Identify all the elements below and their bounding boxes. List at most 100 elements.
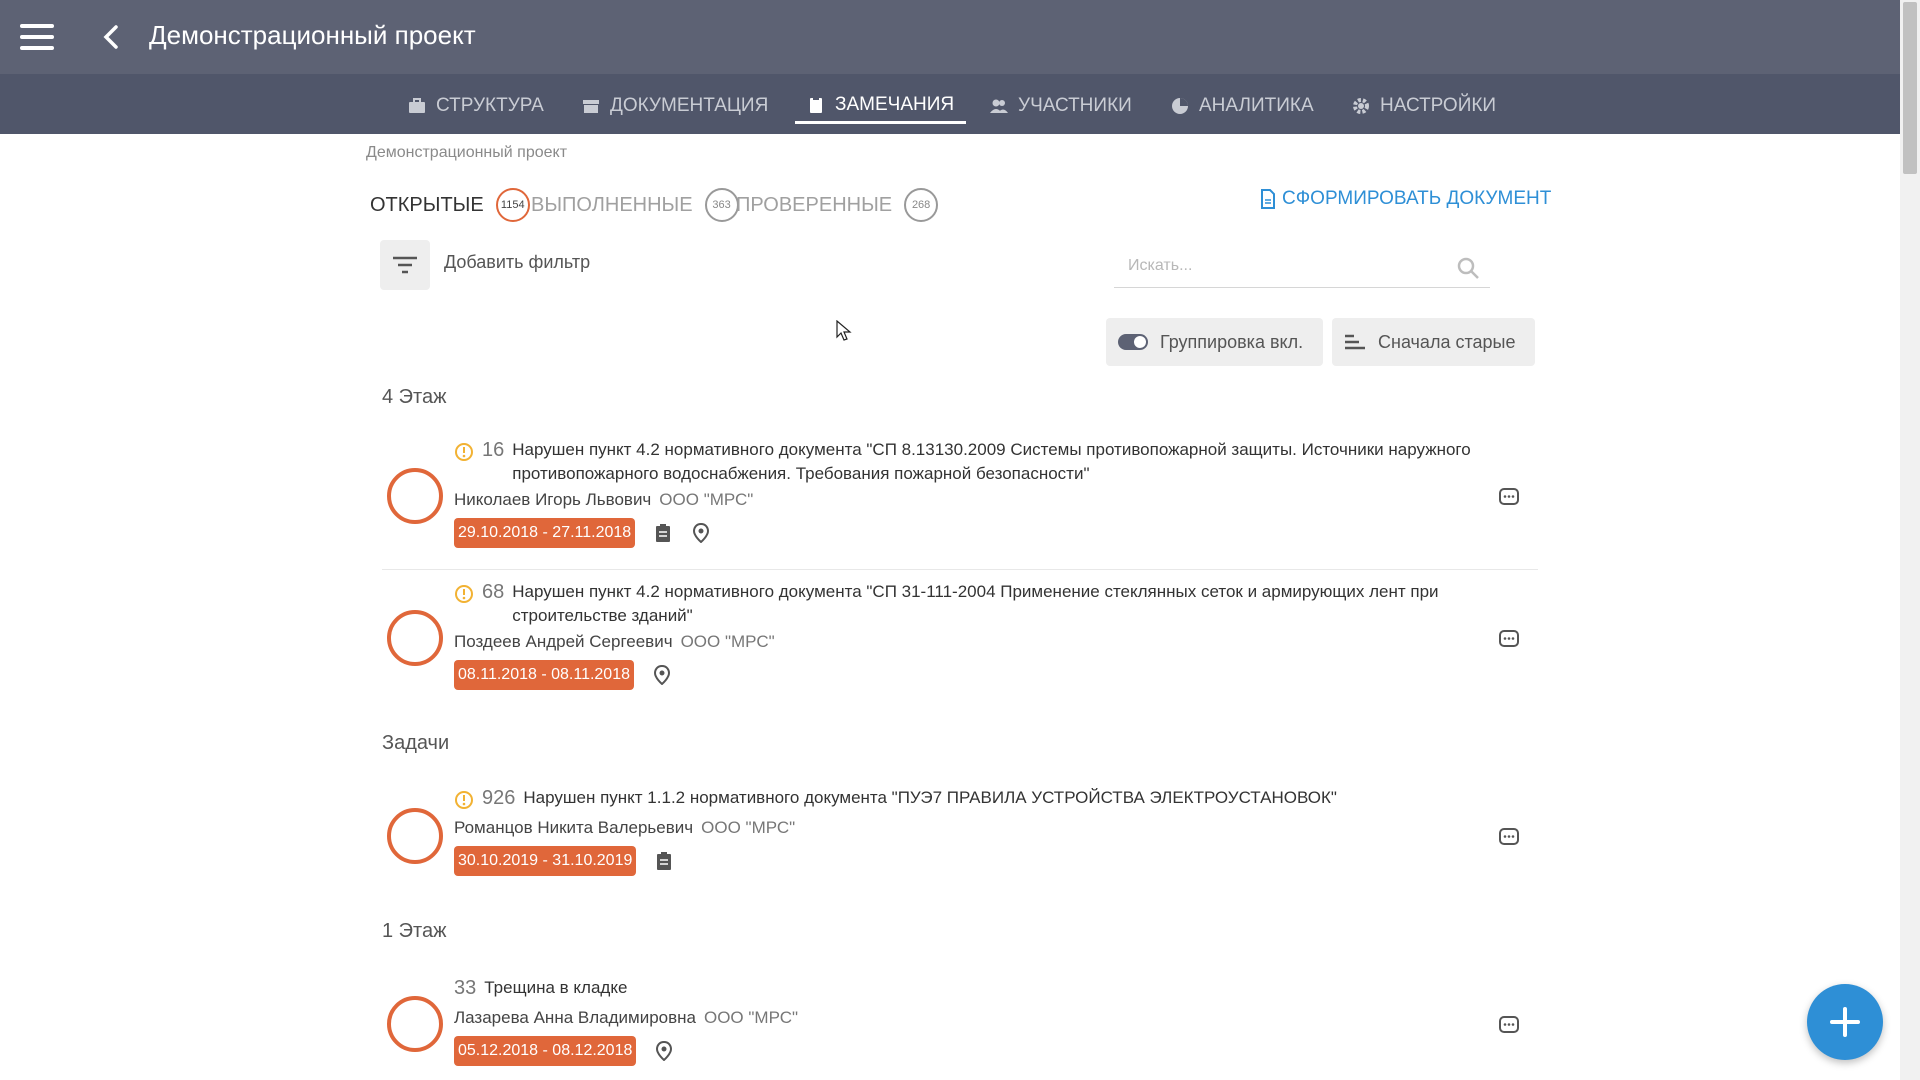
gear-icon <box>1353 98 1369 114</box>
item-description: Нарушен пункт 1.1.2 нормативного докумен… <box>523 786 1337 810</box>
item-number: 926 <box>482 787 516 809</box>
status-tab-label: ОТКРЫТЫЕ <box>370 193 484 216</box>
generate-document-label: СФОРМИРОВАТЬ ДОКУМЕНТ <box>1282 188 1552 209</box>
item-heading: 33 Трещина в кладке <box>454 976 627 1000</box>
item-meta: 29.10.2018 - 27.11.2018 <box>454 518 711 548</box>
location-pin-icon[interactable] <box>654 1041 674 1061</box>
tab-label: ДОКУМЕНТАЦИЯ <box>610 95 769 116</box>
search-input[interactable] <box>1114 248 1444 284</box>
grouping-label: Группировка вкл. <box>1160 331 1304 352</box>
assignee-name: Поздеев Андрей Сергеевич <box>454 632 673 651</box>
item-assignee: Николаев Игорь Львович ООО "МРС" <box>454 490 753 510</box>
status-circle[interactable] <box>387 808 443 864</box>
item-description-line: Трещина в кладке <box>484 978 628 997</box>
item-description-line: Нарушен пункт 1.1.2 нормативного докумен… <box>523 788 1337 807</box>
tab-participants[interactable]: УЧАСТНИКИ <box>990 90 1132 122</box>
tab-settings[interactable]: НАСТРОЙКИ <box>1352 90 1496 122</box>
assignee-name: Лазарева Анна Владимировна <box>454 1008 696 1027</box>
item-meta: 08.11.2018 - 08.11.2018 <box>454 660 672 690</box>
add-filter-label[interactable]: Добавить фильтр <box>444 252 590 273</box>
search-icon[interactable] <box>1456 256 1480 280</box>
breadcrumb[interactable]: Демонстрационный проект <box>366 144 567 162</box>
status-tab-open[interactable]: ОТКРЫТЫЕ 1154 <box>370 188 530 222</box>
group-title: 1 Этаж <box>382 920 447 942</box>
add-remark-button[interactable] <box>1807 984 1883 1060</box>
warning-icon <box>455 585 473 603</box>
menu-icon[interactable] <box>20 24 54 50</box>
divider <box>382 569 1538 570</box>
tab-documentation[interactable]: ДОКУМЕНТАЦИЯ <box>582 90 768 122</box>
tab-label: НАСТРОЙКИ <box>1380 95 1497 116</box>
item-heading: 926 Нарушен пункт 1.1.2 нормативного док… <box>454 786 1337 810</box>
tab-remarks[interactable]: ЗАМЕЧАНИЯ <box>795 88 967 124</box>
project-title: Демонстрационный проект <box>149 20 476 50</box>
item-assignee: Поздеев Андрей Сергеевич ООО "МРС" <box>454 632 775 652</box>
item-description-line: Нарушен пункт 4.2 нормативного документа… <box>512 440 1471 459</box>
item-description-line: строительстве зданий" <box>512 606 693 625</box>
assignee-name: Николаев Игорь Львович <box>454 490 652 509</box>
assignee-org: ООО "МРС" <box>701 818 796 837</box>
item-description: Нарушен пункт 4.2 нормативного документа… <box>512 438 1470 486</box>
comments-icon[interactable] <box>1498 486 1520 508</box>
scrollbar[interactable] <box>1900 0 1920 1080</box>
location-pin-icon[interactable] <box>652 665 672 685</box>
back-arrow-icon[interactable] <box>100 24 124 50</box>
assignee-org: ООО "МРС" <box>703 1008 799 1027</box>
item-assignee: Романцов Никита Валерьевич ООО "МРС" <box>454 818 795 838</box>
generate-document-button[interactable]: СФОРМИРОВАТЬ ДОКУМЕНТ <box>1260 188 1551 210</box>
plus-icon <box>1830 1007 1860 1037</box>
item-description-line: Нарушен пункт 4.2 нормативного документа… <box>512 582 1439 601</box>
assignee-org: ООО "МРС" <box>680 632 775 651</box>
item-description: Трещина в кладке <box>484 976 627 1000</box>
filter-button[interactable] <box>380 240 430 290</box>
status-tab-label: ПРОВЕРЕННЫЕ <box>736 193 893 216</box>
group-title: 4 Этаж <box>382 386 447 408</box>
comments-icon[interactable] <box>1498 628 1520 650</box>
status-circle[interactable] <box>387 996 443 1052</box>
assignee-org: ООО "МРС" <box>659 490 754 509</box>
status-tab-done[interactable]: ВЫПОЛНЕННЫЕ 363 <box>531 188 739 222</box>
list-item[interactable]: 68 Нарушен пункт 4.2 нормативного докуме… <box>382 580 1538 700</box>
item-heading: 16 Нарушен пункт 4.2 нормативного докуме… <box>454 438 1471 486</box>
count-badge: 363 <box>704 188 739 222</box>
item-number: 33 <box>454 977 477 999</box>
tab-structure[interactable]: СТРУКТУРА <box>408 90 544 122</box>
item-assignee: Лазарева Анна Владимировна ООО "МРС" <box>454 1008 798 1028</box>
status-circle[interactable] <box>387 468 443 524</box>
tab-analytics[interactable]: АНАЛИТИКА <box>1171 90 1314 122</box>
clipboard-icon[interactable] <box>654 851 674 871</box>
users-icon <box>990 99 1008 113</box>
group-title: Задачи <box>382 732 450 754</box>
mouse-cursor-icon <box>836 320 852 341</box>
item-number: 68 <box>482 581 505 603</box>
warning-icon <box>455 791 473 809</box>
item-number: 16 <box>482 439 505 461</box>
clipboard-icon <box>810 96 822 113</box>
count-badge: 268 <box>904 188 939 222</box>
scrollbar-thumb[interactable] <box>1903 2 1917 174</box>
list-item[interactable]: 16 Нарушен пункт 4.2 нормативного докуме… <box>382 438 1538 570</box>
search-box <box>1114 248 1490 288</box>
sort-button[interactable]: Сначала старые <box>1332 318 1536 366</box>
top-app-bar: Демонстрационный проект <box>0 0 1900 74</box>
warning-icon <box>455 443 473 461</box>
comments-icon[interactable] <box>1498 826 1520 848</box>
archive-icon <box>583 100 599 113</box>
item-meta: 30.10.2019 - 31.10.2019 <box>454 846 674 876</box>
comments-icon[interactable] <box>1498 1014 1520 1036</box>
list-item[interactable]: 926 Нарушен пункт 1.1.2 нормативного док… <box>382 786 1538 896</box>
tab-label: ЗАМЕЧАНИЯ <box>835 93 955 115</box>
filter-icon <box>393 256 417 274</box>
clipboard-icon[interactable] <box>653 523 673 543</box>
sort-icon <box>1345 334 1365 350</box>
grouping-toggle-button[interactable]: Группировка вкл. <box>1106 318 1324 366</box>
location-pin-icon[interactable] <box>691 523 711 543</box>
date-range-badge: 05.12.2018 - 08.12.2018 <box>454 1036 637 1066</box>
list-item[interactable]: 33 Трещина в кладке Лазарева Анна Владим… <box>382 976 1538 1080</box>
sort-label: Сначала старые <box>1378 331 1516 352</box>
toggle-switch[interactable] <box>1118 334 1148 350</box>
item-description: Нарушен пункт 4.2 нормативного документа… <box>512 580 1438 628</box>
status-tab-verified[interactable]: ПРОВЕРЕННЫЕ 268 <box>736 188 939 222</box>
project-tabs: СТРУКТУРА ДОКУМЕНТАЦИЯ ЗАМЕЧАНИЯ УЧАСТНИ… <box>0 74 1900 134</box>
status-circle[interactable] <box>387 610 443 666</box>
